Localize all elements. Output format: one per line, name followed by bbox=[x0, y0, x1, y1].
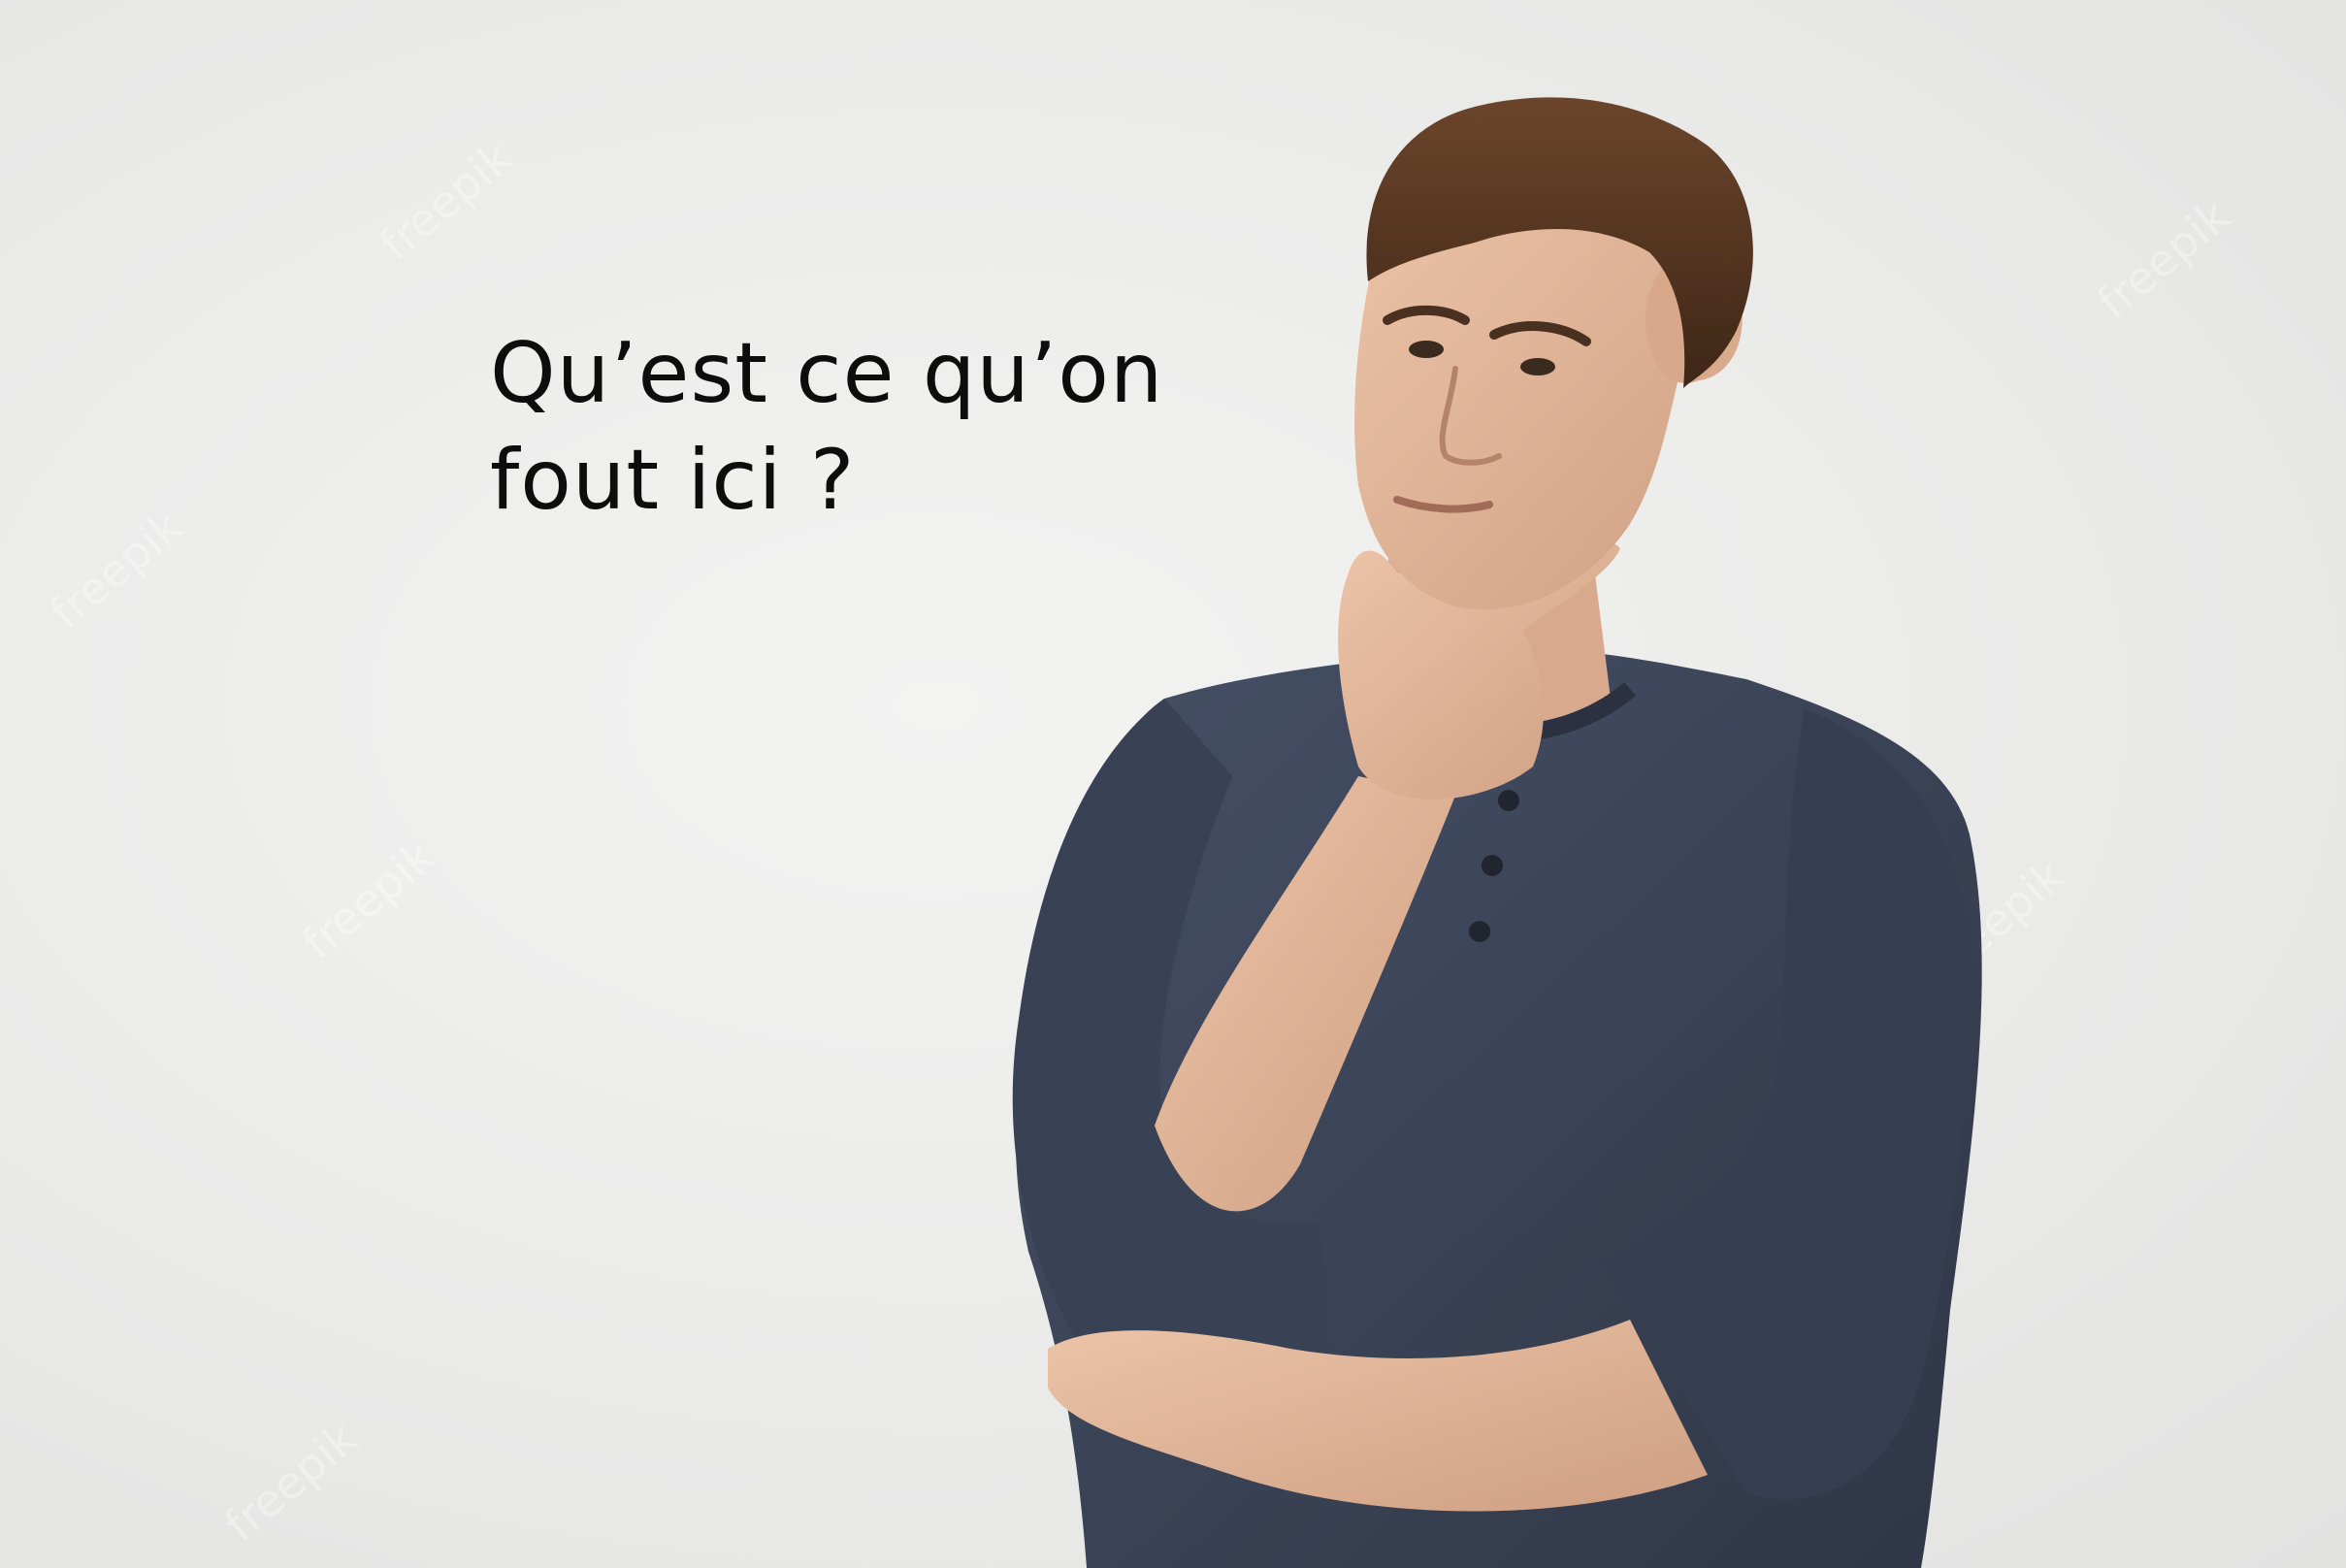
speech-caption: Qu’est ce qu’on fout ici ? bbox=[490, 320, 1189, 534]
shirt-button bbox=[1469, 921, 1490, 942]
shirt-button bbox=[1498, 790, 1519, 811]
shirt-button bbox=[1482, 855, 1503, 876]
caption-line-1: Qu’est ce qu’on bbox=[490, 325, 1164, 422]
caption-line-2: fout ici ? bbox=[490, 432, 856, 529]
eye bbox=[1520, 358, 1555, 376]
eye bbox=[1409, 341, 1444, 358]
person-figure bbox=[1012, 97, 1982, 1568]
photo-scene: freepik freepik freepik freepik freepik … bbox=[0, 0, 2346, 1568]
